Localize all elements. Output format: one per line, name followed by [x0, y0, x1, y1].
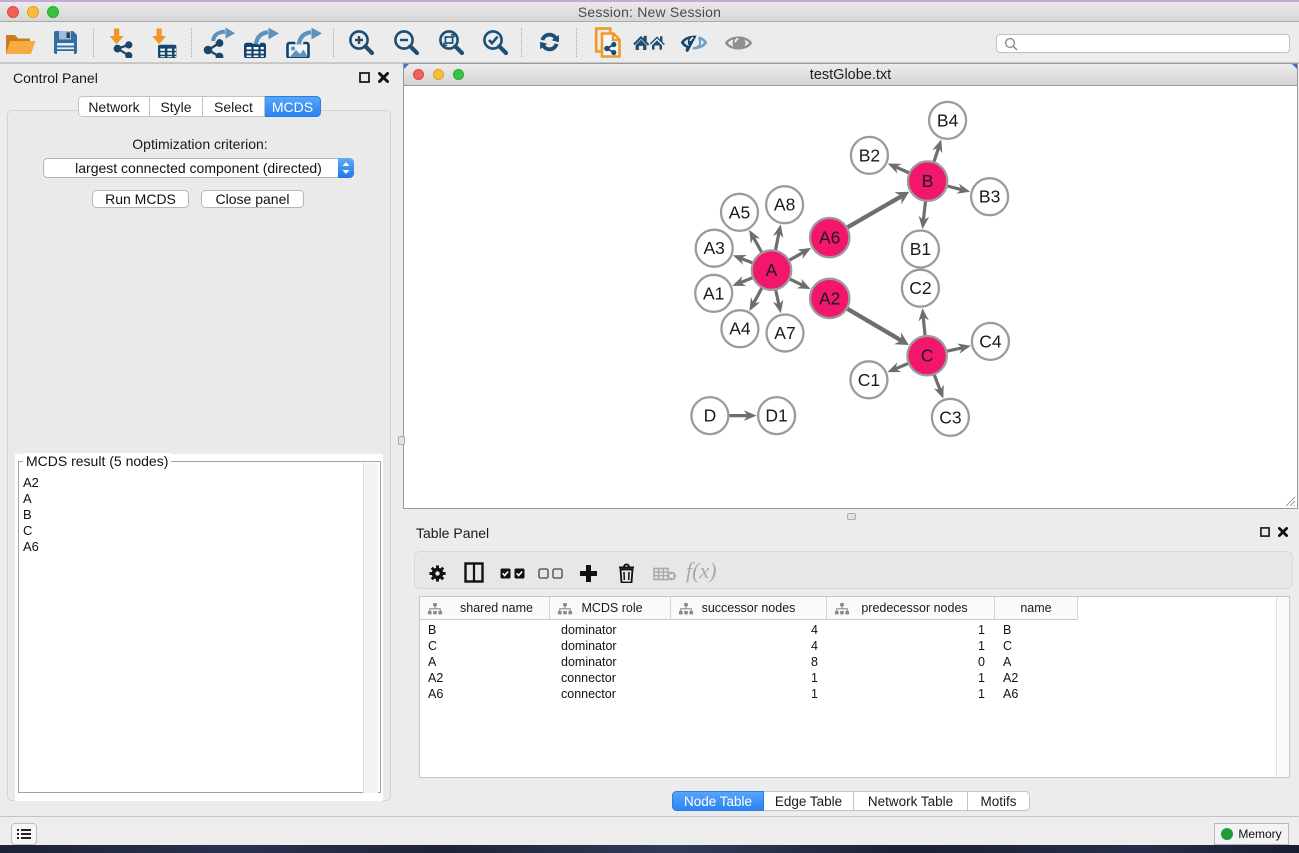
svg-text:B1: B1 — [910, 239, 931, 259]
svg-text:C4: C4 — [979, 331, 1002, 351]
svg-text:A2: A2 — [819, 288, 840, 308]
svg-text:C2: C2 — [909, 278, 931, 298]
svg-text:B2: B2 — [859, 145, 880, 165]
svg-text:A: A — [766, 260, 778, 280]
svg-text:A8: A8 — [774, 195, 795, 215]
svg-text:B4: B4 — [937, 110, 959, 130]
svg-text:C: C — [921, 346, 934, 366]
svg-text:A3: A3 — [703, 238, 724, 258]
svg-text:A4: A4 — [729, 319, 751, 339]
svg-text:A5: A5 — [729, 202, 750, 222]
svg-text:B: B — [922, 171, 934, 191]
svg-text:A7: A7 — [774, 323, 795, 343]
svg-text:D: D — [704, 406, 717, 426]
svg-text:C3: C3 — [939, 407, 961, 427]
svg-text:C1: C1 — [858, 370, 880, 390]
svg-text:D1: D1 — [765, 406, 787, 426]
svg-text:B3: B3 — [979, 187, 1000, 207]
svg-text:A6: A6 — [819, 228, 840, 248]
svg-text:A1: A1 — [703, 283, 724, 303]
